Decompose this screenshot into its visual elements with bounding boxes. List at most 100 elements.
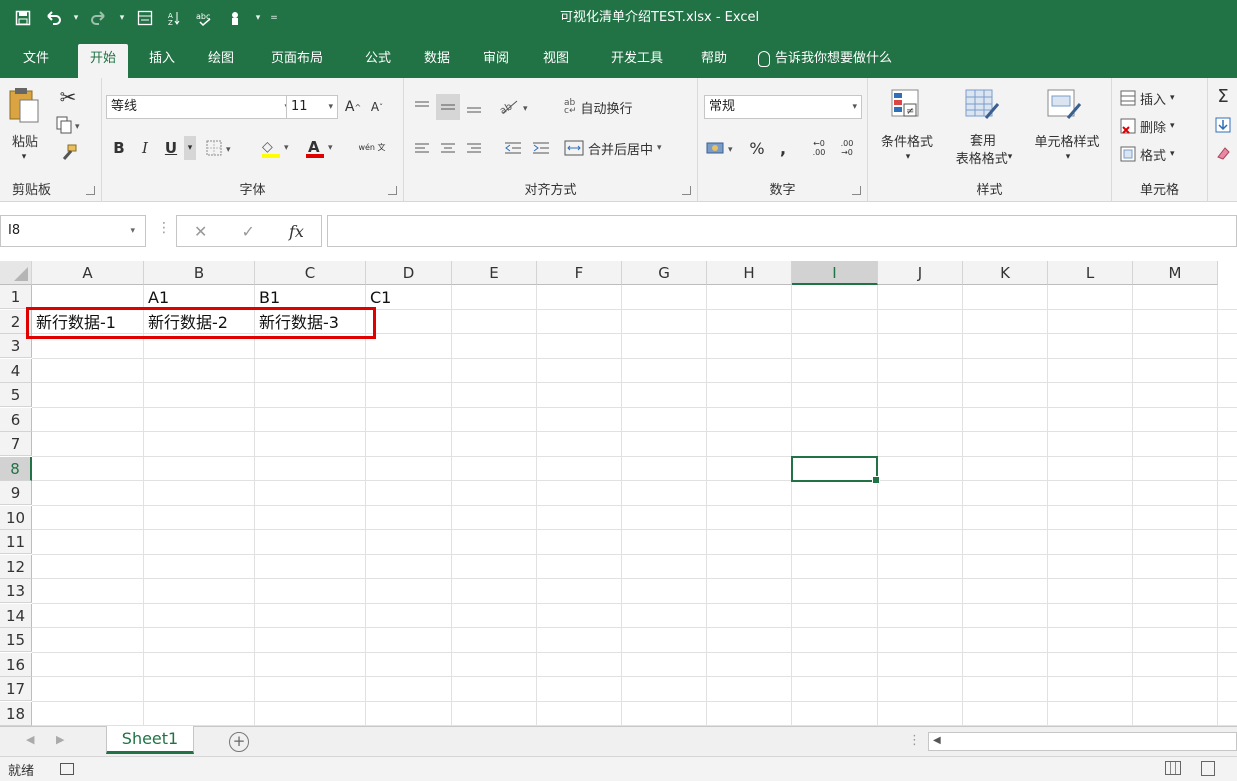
scroll-left-icon[interactable]: ◀ <box>933 735 941 746</box>
name-box[interactable]: I8 ▾ <box>0 215 146 247</box>
increase-decimal-button[interactable]: ←0 .00 <box>806 134 832 162</box>
tab-review[interactable]: 审阅 <box>474 44 518 78</box>
fill-icon[interactable] <box>1212 114 1234 136</box>
format-as-table-button[interactable]: 表格格式 ▾ <box>942 148 1026 167</box>
format-cells-button[interactable]: 格式 ▾ <box>1120 142 1204 166</box>
conditional-format-button[interactable]: 条件格式 <box>872 130 942 150</box>
chevron-down-icon[interactable]: ▾ <box>898 150 918 164</box>
formula-input[interactable] <box>327 215 1237 247</box>
format-as-table-icon[interactable] <box>964 88 1000 123</box>
add-sheet-icon[interactable]: + <box>229 732 249 752</box>
clipboard-launcher-icon[interactable] <box>86 186 95 195</box>
row-header-16[interactable]: 16 <box>0 652 32 677</box>
undo-dropdown-icon[interactable]: ▾ <box>70 5 82 31</box>
scroll-splitter-icon[interactable]: ⋮ <box>908 733 921 748</box>
shrink-font-button[interactable]: Aˇ <box>366 95 388 119</box>
increase-indent-icon[interactable] <box>528 136 554 160</box>
row-header-8[interactable]: 8 <box>0 456 32 481</box>
paste-dropdown-icon[interactable]: ▾ <box>14 150 34 164</box>
align-center-icon[interactable] <box>436 136 460 160</box>
tab-formulas[interactable]: 公式 <box>356 44 400 78</box>
column-header-k[interactable]: K <box>963 261 1048 285</box>
autosum-icon[interactable]: Σ <box>1212 84 1234 108</box>
form-icon[interactable] <box>132 5 158 31</box>
row-header-12[interactable]: 12 <box>0 554 32 579</box>
paste-button[interactable]: 粘贴 <box>6 130 44 150</box>
accounting-format-icon[interactable]: ▾ <box>704 136 744 160</box>
row-header-7[interactable]: 7 <box>0 432 32 456</box>
tab-developer[interactable]: 开发工具 <box>596 44 678 78</box>
delete-cells-button[interactable]: 删除 ▾ <box>1120 114 1204 138</box>
wrap-text-button[interactable]: ab c↵ 自动换行 <box>564 94 676 120</box>
tell-me-box[interactable]: 告诉我你想要做什么 <box>758 44 892 74</box>
next-sheet-icon[interactable]: ▶ <box>56 733 64 746</box>
column-header-j[interactable]: J <box>878 261 963 285</box>
format-as-table-label-1[interactable]: 套用 <box>948 130 1018 149</box>
cell-b1[interactable]: A1 <box>144 285 169 309</box>
worksheet-grid[interactable]: A B C D E F G H I J K L M 1 2 3 4 5 6 7 8 9 10 11 12 13 14 15 16 17 18… <box>0 261 1237 726</box>
borders-button[interactable]: ▾ <box>204 136 238 160</box>
fill-color-button[interactable]: ◇ ▾ <box>258 136 298 160</box>
cancel-icon[interactable]: ✕ <box>194 222 207 241</box>
row-header-18[interactable]: 18 <box>0 701 32 726</box>
touch-dropdown-icon[interactable]: ▾ <box>252 5 264 31</box>
insert-cells-button[interactable]: 插入 ▾ <box>1120 86 1204 110</box>
cell-d1[interactable]: C1 <box>366 285 391 309</box>
tab-insert[interactable]: 插入 <box>140 44 184 78</box>
row-header-11[interactable]: 11 <box>0 530 32 554</box>
column-header-c[interactable]: C <box>255 261 366 285</box>
comma-button[interactable]: , <box>774 136 792 160</box>
bold-button[interactable]: B <box>108 136 130 160</box>
cell-styles-button[interactable]: 单元格样式 <box>1024 130 1110 150</box>
column-header-i[interactable]: I <box>792 261 878 285</box>
normal-view-icon[interactable] <box>1165 761 1181 775</box>
underline-button[interactable]: U <box>160 136 182 160</box>
tab-home[interactable]: 开始 <box>78 44 128 78</box>
decrease-decimal-button[interactable]: .00 →0 <box>834 134 860 162</box>
column-header-g[interactable]: G <box>622 261 707 285</box>
tab-data[interactable]: 数据 <box>415 44 459 78</box>
alignment-launcher-icon[interactable] <box>682 186 691 195</box>
sheet-tab-sheet1[interactable]: Sheet1 <box>106 726 194 754</box>
prev-sheet-icon[interactable]: ◀ <box>26 733 34 746</box>
column-header-b[interactable]: B <box>144 261 255 285</box>
tab-file[interactable]: 文件 <box>14 44 58 78</box>
row-header-15[interactable]: 15 <box>0 628 32 652</box>
row-header-5[interactable]: 5 <box>0 383 32 407</box>
font-name-combo[interactable]: 等线 ▾ <box>106 95 294 119</box>
clear-icon[interactable] <box>1212 142 1234 164</box>
active-cell-selection[interactable] <box>791 455 880 484</box>
enter-icon[interactable]: ✓ <box>242 222 255 241</box>
cell-c1[interactable]: B1 <box>255 285 280 309</box>
column-header-f[interactable]: F <box>537 261 622 285</box>
conditional-format-icon[interactable]: ≠ <box>890 88 922 123</box>
orientation-icon[interactable]: ab ▾ <box>496 94 536 120</box>
font-color-button[interactable]: A ▾ <box>302 136 342 160</box>
column-header-m[interactable]: M <box>1133 261 1218 285</box>
row-header-4[interactable]: 4 <box>0 358 32 383</box>
row-header-6[interactable]: 6 <box>0 407 32 432</box>
customize-qat-icon[interactable]: = <box>268 5 280 31</box>
horizontal-scrollbar[interactable]: ◀ <box>928 732 1237 751</box>
cell-styles-icon[interactable] <box>1046 88 1082 123</box>
underline-dropdown-icon[interactable]: ▾ <box>184 136 196 160</box>
paste-icon[interactable] <box>8 86 40 127</box>
page-layout-view-icon[interactable] <box>1201 761 1215 776</box>
italic-button[interactable]: I <box>134 136 156 160</box>
number-launcher-icon[interactable] <box>852 186 861 195</box>
column-header-e[interactable]: E <box>452 261 537 285</box>
select-all-button[interactable] <box>0 261 32 285</box>
column-header-h[interactable]: H <box>707 261 792 285</box>
insert-function-icon[interactable]: fx <box>289 222 304 241</box>
font-launcher-icon[interactable] <box>388 186 397 195</box>
chevron-down-icon[interactable]: ▾ <box>1058 150 1078 164</box>
align-bottom-icon[interactable] <box>462 94 486 120</box>
merge-center-button[interactable]: 合并后居中 ▾ <box>564 136 694 160</box>
touch-mode-icon[interactable] <box>222 5 248 31</box>
row-header-10[interactable]: 10 <box>0 505 32 530</box>
tab-help[interactable]: 帮助 <box>692 44 736 78</box>
undo-icon[interactable] <box>40 5 66 31</box>
percent-button[interactable]: % <box>746 136 768 160</box>
align-top-icon[interactable] <box>410 94 434 120</box>
column-header-a[interactable]: A <box>32 261 144 285</box>
